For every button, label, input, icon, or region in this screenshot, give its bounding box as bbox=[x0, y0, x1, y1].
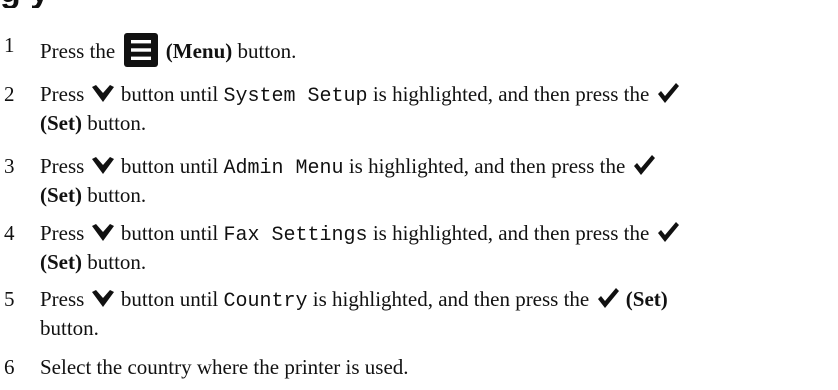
step-text-part: button. bbox=[87, 183, 147, 207]
checkmark-icon bbox=[657, 83, 679, 103]
step-text-part: button. bbox=[87, 111, 147, 135]
menu-item-name: Admin Menu bbox=[223, 157, 344, 180]
step-text-part: button until bbox=[120, 221, 219, 245]
menu-item-name: Fax Settings bbox=[223, 224, 368, 247]
step-number: 5 bbox=[4, 287, 15, 311]
step-number: 6 bbox=[4, 355, 15, 379]
menu-item-name: System Setup bbox=[223, 85, 368, 108]
step-number: 4 bbox=[4, 221, 15, 245]
step-text-part: button until bbox=[120, 287, 219, 311]
checkmark-icon bbox=[597, 288, 619, 308]
step-text-part: button until bbox=[120, 82, 219, 106]
down-arrow-icon bbox=[91, 290, 114, 307]
document-page: g y 1 Press the (Menu) button. 2 Press bbox=[0, 0, 838, 390]
checkmark-icon bbox=[633, 155, 655, 175]
down-arrow-icon bbox=[91, 224, 114, 241]
step-text-part: button. bbox=[237, 39, 297, 63]
section-heading-fragment: g y bbox=[0, 0, 49, 8]
set-button-label: (Set) bbox=[40, 183, 82, 207]
set-button-label: (Set) bbox=[625, 287, 668, 311]
step-text-part: is highlighted, and then press the bbox=[312, 287, 590, 311]
step-text-part: Press bbox=[40, 221, 85, 245]
step-text: Press the (Menu) button. bbox=[40, 32, 832, 68]
down-arrow-icon bbox=[91, 157, 114, 174]
step-text: Press button until Admin Menu is highlig… bbox=[40, 153, 832, 208]
menu-icon bbox=[123, 33, 158, 67]
step-text: Press button until System Setup is highl… bbox=[40, 81, 832, 136]
step-text: Select the country where the printer is … bbox=[40, 355, 409, 379]
step-text-part: button. bbox=[87, 250, 147, 274]
down-arrow-icon bbox=[91, 85, 114, 102]
checkmark-icon bbox=[657, 222, 679, 242]
step-text: Press button until Country is highlighte… bbox=[40, 286, 832, 341]
step-text-part: button. bbox=[40, 316, 99, 340]
step-number: 2 bbox=[4, 82, 15, 106]
step-text-part: is highlighted, and then press the bbox=[372, 221, 650, 245]
menu-button-label: (Menu) bbox=[165, 39, 233, 63]
step-text-part: Press bbox=[40, 154, 85, 178]
menu-item-name: Country bbox=[223, 290, 308, 313]
step-number: 1 bbox=[4, 33, 15, 57]
set-button-label: (Set) bbox=[40, 111, 82, 135]
step-text-part: button until bbox=[120, 154, 219, 178]
step-text: Press button until Fax Settings is highl… bbox=[40, 220, 832, 275]
step-text-part: Press the bbox=[40, 39, 116, 63]
step-text-part: is highlighted, and then press the bbox=[348, 154, 626, 178]
step-number: 3 bbox=[4, 154, 15, 178]
step-text-part: Press bbox=[40, 82, 85, 106]
set-button-label: (Set) bbox=[40, 250, 82, 274]
step-text-part: Press bbox=[40, 287, 85, 311]
step-text-part: is highlighted, and then press the bbox=[372, 82, 650, 106]
